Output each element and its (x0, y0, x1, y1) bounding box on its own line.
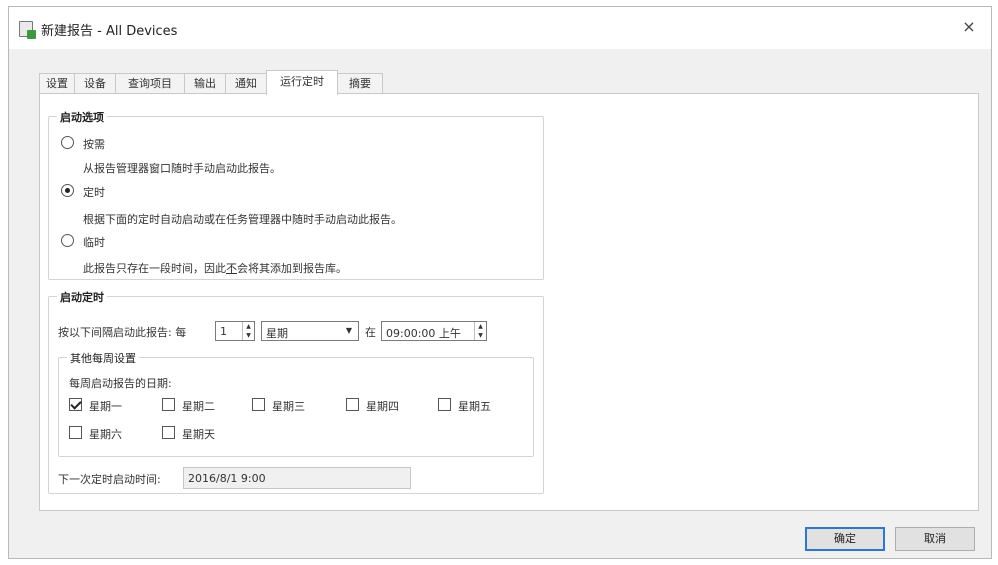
checkbox-friday[interactable] (438, 398, 451, 411)
checkbox-thursday[interactable] (346, 398, 359, 411)
schedule-label: 启动定时 (57, 289, 107, 305)
radio-scheduled[interactable] (61, 184, 74, 197)
scheduled-label: 定时 (83, 186, 105, 199)
interval-value: 1 (220, 325, 227, 338)
ok-button[interactable]: 确定 (805, 527, 885, 551)
tab-output[interactable]: 输出 (184, 73, 226, 94)
next-run-field: 2016/8/1 9:00 (183, 467, 411, 489)
tab-settings[interactable]: 设置 (39, 73, 75, 94)
checkbox-saturday[interactable] (69, 426, 82, 439)
friday-label: 星期五 (458, 400, 491, 413)
interval-unit-value: 星期 (266, 327, 288, 340)
new-report-dialog: 新建报告 - All Devices × 设置 设备 查询项目 输出 通知 运行… (8, 6, 992, 559)
spin-arrows-icon[interactable]: ▲ ▼ (242, 322, 254, 340)
saturday-label: 星期六 (89, 428, 122, 441)
report-app-icon (19, 21, 36, 39)
weekly-settings-group: 其他每周设置 每周启动报告的日期: 星期一 星期二 星期三 星期四 星期五 星期… (58, 350, 534, 457)
thursday-label: 星期四 (366, 400, 399, 413)
tab-devices[interactable]: 设备 (74, 73, 116, 94)
wednesday-label: 星期三 (272, 400, 305, 413)
tab-run-schedule[interactable]: 运行定时 (266, 70, 338, 95)
next-run-value: 2016/8/1 9:00 (188, 472, 266, 485)
radio-temporary[interactable] (61, 234, 74, 247)
tab-query-items[interactable]: 查询项目 (115, 73, 185, 94)
startup-options-group: 启动选项 按需 从报告管理器窗口随时手动启动此报告。 定时 根据下面的定时自动启… (48, 109, 544, 280)
on-demand-description: 从报告管理器窗口随时手动启动此报告。 (83, 162, 281, 175)
at-label: 在 (365, 326, 376, 339)
radio-on-demand[interactable] (61, 136, 74, 149)
schedule-group: 启动定时 按以下间隔启动此报告: 每 1 ▲ ▼ 星期 ▼ 在 09:00:00 … (48, 289, 544, 494)
interval-unit-select[interactable]: 星期 ▼ (261, 321, 359, 341)
close-icon[interactable]: × (957, 15, 981, 39)
checkbox-sunday[interactable] (162, 426, 175, 439)
run-schedule-panel: 启动选项 按需 从报告管理器窗口随时手动启动此报告。 定时 根据下面的定时自动启… (39, 93, 979, 511)
tab-summary[interactable]: 摘要 (337, 73, 383, 94)
temporary-label: 临时 (83, 236, 105, 249)
weekly-settings-label: 其他每周设置 (67, 350, 139, 366)
sunday-label: 星期天 (182, 428, 215, 441)
tab-notification[interactable]: 通知 (225, 73, 267, 94)
window-title: 新建报告 - All Devices (41, 24, 178, 39)
checkbox-monday[interactable] (69, 398, 82, 411)
temporary-description: 此报告只存在一段时间，因此不会将其添加到报告库。 (83, 260, 347, 276)
scheduled-description: 根据下面的定时自动启动或在任务管理器中随时手动启动此报告。 (83, 213, 402, 226)
startup-options-label: 启动选项 (57, 109, 107, 125)
temporary-desc-after: 会将其添加到报告库。 (237, 262, 347, 275)
tuesday-label: 星期二 (182, 400, 215, 413)
next-run-label: 下一次定时启动时间: (58, 473, 161, 486)
on-demand-label: 按需 (83, 138, 105, 151)
interval-label: 按以下间隔启动此报告: 每 (58, 326, 187, 339)
spin-arrows-icon[interactable]: ▲ ▼ (474, 322, 486, 340)
title-bar: 新建报告 - All Devices × (9, 7, 991, 49)
checkbox-wednesday[interactable] (252, 398, 265, 411)
weekly-days-label: 每周启动报告的日期: (69, 377, 172, 390)
temporary-desc-emph: 不 (226, 262, 237, 275)
monday-label: 星期一 (89, 400, 122, 413)
temporary-desc-before: 此报告只存在一段时间，因此 (83, 262, 226, 275)
checkbox-tuesday[interactable] (162, 398, 175, 411)
interval-stepper[interactable]: 1 ▲ ▼ (215, 321, 255, 341)
chevron-down-icon: ▼ (345, 326, 352, 335)
cancel-button[interactable]: 取消 (895, 527, 975, 551)
time-value: 09:00:00 上午 (386, 327, 461, 340)
time-picker[interactable]: 09:00:00 上午 ▲ ▼ (381, 321, 487, 341)
